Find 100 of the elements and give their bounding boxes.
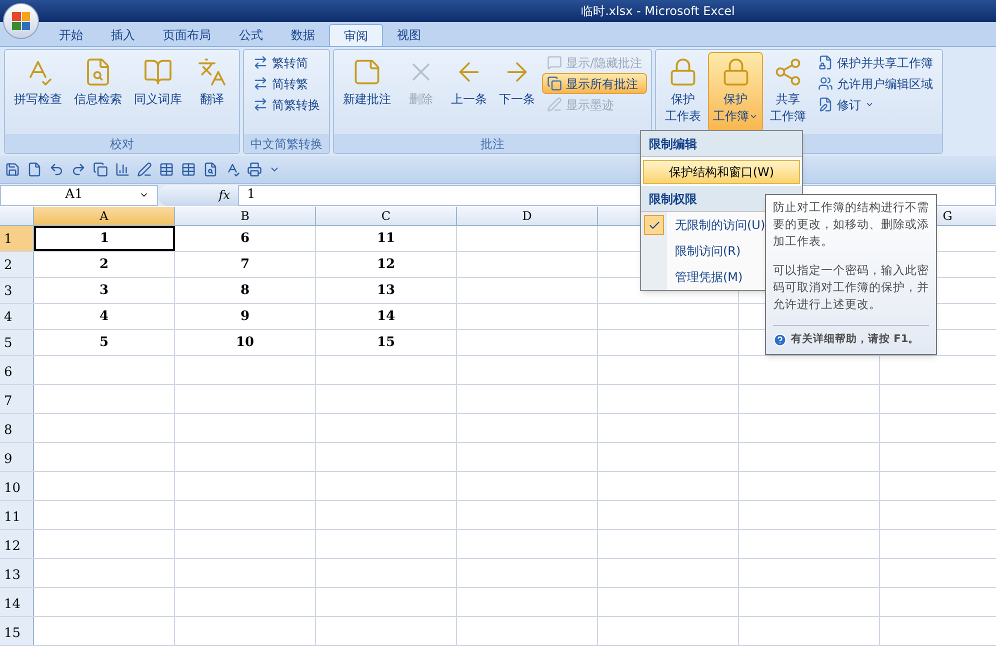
table-cell: 8 [175, 278, 316, 303]
table-cell: 10 [175, 330, 316, 355]
ribbon-icon [352, 57, 382, 87]
table-cell: 11 [316, 226, 457, 251]
button-label: 共享 [776, 91, 800, 108]
table-cell: 7 [175, 252, 316, 277]
ribbon-button[interactable]: 信息检索 [69, 52, 127, 132]
ribbon-button[interactable]: 下一条 [494, 52, 540, 132]
row-header[interactable]: 4 [0, 304, 34, 329]
row-header[interactable]: 3 [0, 278, 34, 303]
row-header[interactable]: 13 [0, 559, 34, 587]
ribbon-icon [197, 57, 227, 87]
row-header[interactable]: 5 [0, 330, 34, 355]
menu-heading: 限制权限 [649, 190, 697, 208]
ribbon-button[interactable]: 上一条 [446, 52, 492, 132]
ribbon-button[interactable]: 保护并共享工作簿 [813, 52, 938, 73]
button-label: 工作表 [665, 108, 702, 125]
ribbon-button[interactable]: 拼写检查 [9, 52, 67, 132]
menu-heading: 限制编辑 [649, 136, 697, 152]
toolbar-icon[interactable] [5, 162, 20, 177]
button-label: 工作簿 [713, 108, 750, 125]
toolbar-icon[interactable] [159, 162, 174, 177]
ribbon-button[interactable]: 允许用户编辑区域 [813, 73, 938, 94]
ribbon-button[interactable]: 保护 工作簿 [708, 52, 764, 132]
column-header[interactable]: B [175, 207, 316, 225]
column-header[interactable]: C [316, 207, 457, 225]
row-header[interactable]: 14 [0, 588, 34, 616]
row-header[interactable]: 6 [0, 356, 34, 384]
group-label: 批注 [480, 136, 505, 152]
button-label: 工作簿 [770, 108, 806, 125]
column-header[interactable]: A [34, 207, 175, 225]
ribbon-button[interactable]: 简转繁 [248, 73, 325, 94]
toolbar-icon[interactable] [71, 162, 86, 177]
toolbar-icon[interactable] [49, 162, 64, 177]
row-header[interactable]: 9 [0, 443, 34, 471]
ribbon-tab[interactable]: 数据 [277, 24, 329, 46]
row-header[interactable]: 1 [0, 226, 34, 251]
window-title: 临时.xlsx - Microsoft Excel [581, 3, 735, 20]
ribbon-button[interactable]: 保护 工作表 [660, 52, 706, 132]
table-cell: 5 [34, 330, 175, 355]
row-header[interactable]: 15 [0, 617, 34, 645]
ribbon-button[interactable]: 共享 工作簿 [765, 52, 812, 132]
table-cell: 3 [34, 278, 175, 303]
toolbar-icon[interactable] [225, 162, 240, 177]
ribbon-tab[interactable]: 公式 [225, 24, 277, 46]
row-header[interactable]: 2 [0, 252, 34, 277]
help-icon [773, 332, 787, 347]
row-header[interactable]: 7 [0, 385, 34, 413]
ribbon-icon [253, 55, 268, 70]
ribbon-button[interactable]: 简繁转换 [248, 94, 325, 115]
selected-cell: 1 [34, 226, 175, 251]
checkmark-icon [648, 218, 660, 232]
ribbon-icon [143, 57, 173, 87]
table-cell: 6 [175, 226, 316, 251]
ribbon-icon [547, 76, 562, 91]
toolbar-icon[interactable] [247, 162, 262, 177]
ribbon-tab[interactable]: 审阅 [329, 24, 383, 46]
toolbar-icon[interactable] [137, 162, 152, 177]
button-label: 保护 [671, 91, 696, 108]
ribbon-button[interactable]: 显示所有批注 [542, 73, 648, 94]
row-header[interactable]: 12 [0, 530, 34, 558]
ribbon-button[interactable]: 新建批注 [338, 52, 396, 132]
table-cell: 15 [316, 330, 457, 355]
toolbar-icon[interactable] [27, 162, 42, 177]
group-label: 校对 [110, 136, 134, 152]
name-box[interactable]: A1 [0, 184, 158, 206]
ribbon-tab[interactable]: 插入 [97, 24, 149, 46]
ribbon-button[interactable]: 繁转简 [248, 52, 325, 73]
ribbon-icon [253, 76, 268, 91]
toolbar-icon[interactable] [203, 162, 218, 177]
toolbar-icon[interactable] [181, 162, 196, 177]
row-header[interactable]: 11 [0, 501, 34, 529]
table-cell: 9 [175, 304, 316, 329]
ribbon-icon [818, 97, 834, 112]
toolbar-icon[interactable] [115, 162, 130, 177]
ribbon-icon [818, 76, 834, 91]
row-header[interactable]: 8 [0, 414, 34, 442]
ribbon-icon [253, 97, 268, 112]
menu-item[interactable]: 保护结构和窗口(W) [643, 160, 800, 184]
table-cell: 13 [316, 278, 457, 303]
table-cell: 12 [316, 252, 457, 277]
ribbon-button[interactable]: 同义词库 [129, 52, 187, 132]
function-button[interactable]: fx [218, 186, 230, 204]
help-text: 有关详细帮助，请按 F1。 [791, 332, 920, 347]
ribbon-button[interactable]: 翻译 [189, 52, 235, 132]
toolbar-icon[interactable] [93, 162, 108, 177]
table-cell: 4 [34, 304, 175, 329]
ribbon-tab[interactable]: 页面布局 [149, 24, 225, 46]
ribbon-icon [547, 55, 562, 70]
ribbon-tab[interactable]: 视图 [383, 24, 435, 46]
ribbon-tab[interactable]: 开始 [45, 24, 97, 46]
table-cell: 14 [316, 304, 457, 329]
group-label: 中文简繁转换 [250, 136, 322, 152]
table-cell: 2 [34, 252, 175, 277]
row-header[interactable]: 10 [0, 472, 34, 500]
ribbon-icon [818, 55, 834, 70]
ribbon-icon [547, 97, 562, 112]
ribbon-button[interactable]: 修订 [813, 94, 938, 115]
button-label: 保护 [724, 91, 748, 108]
column-header[interactable]: D [457, 207, 598, 225]
